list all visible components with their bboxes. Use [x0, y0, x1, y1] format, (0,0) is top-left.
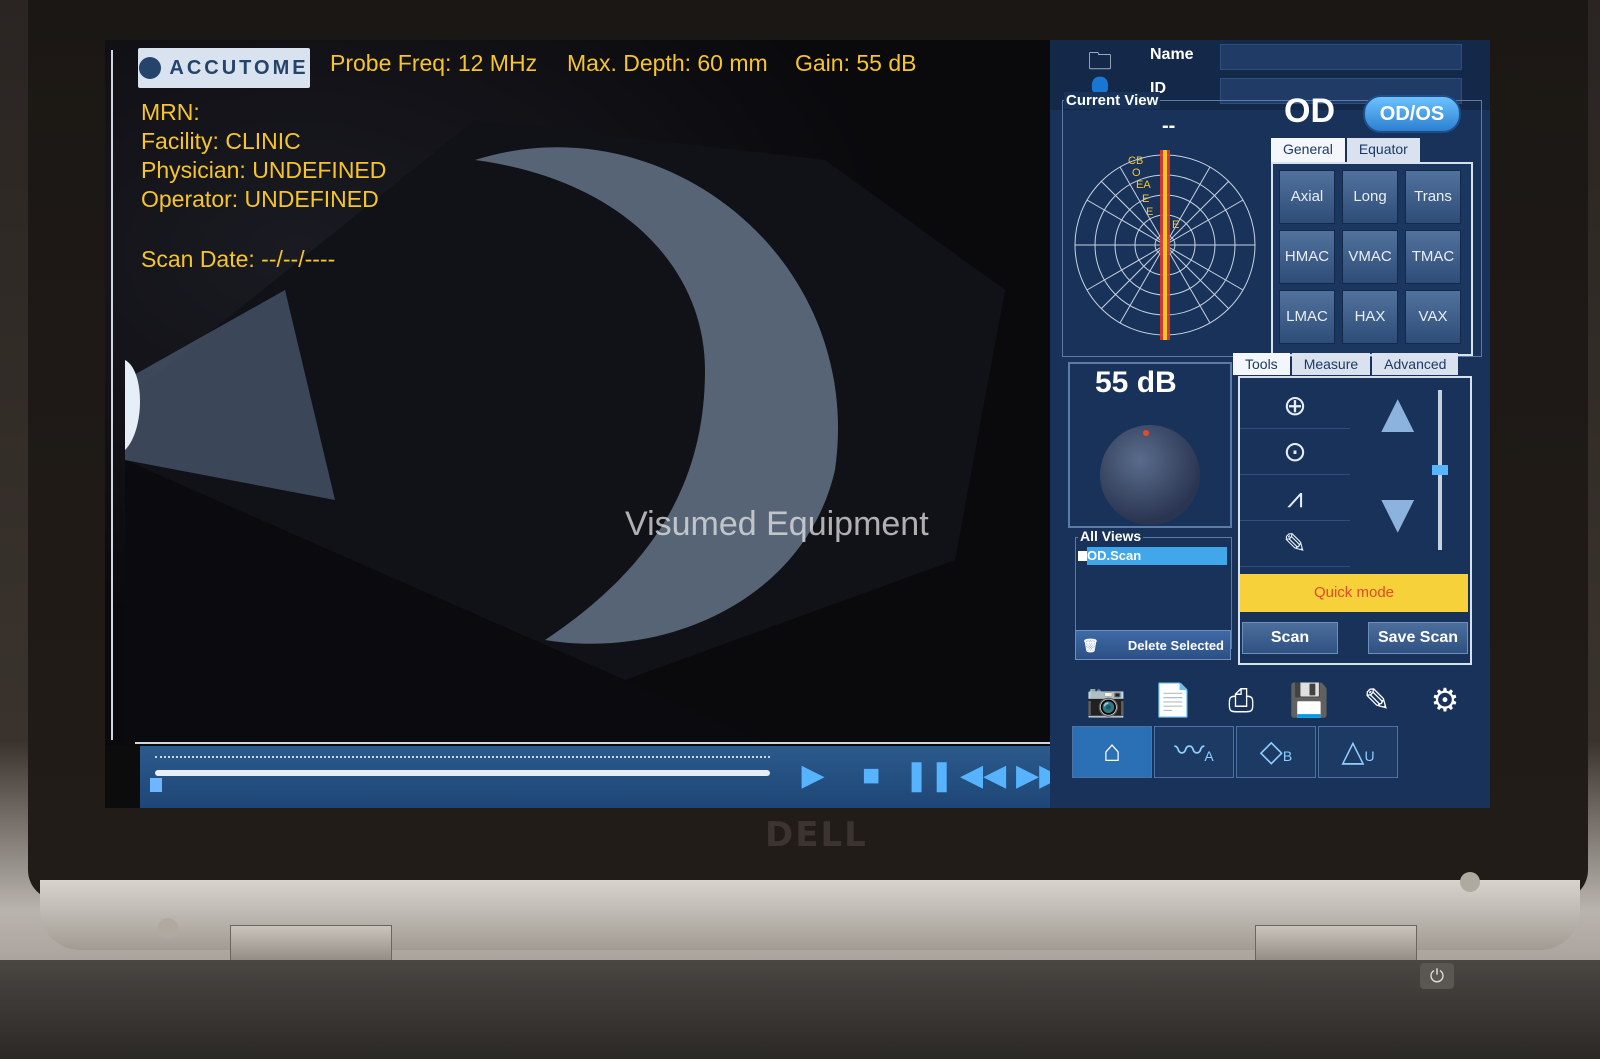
play-icon[interactable]: ▶ — [790, 756, 836, 796]
axial-button[interactable]: Axial — [1279, 170, 1335, 224]
delete-selected-label: Delete Selected — [1127, 638, 1224, 653]
rewind-icon[interactable]: ◀◀ — [960, 756, 1006, 796]
tab-general[interactable]: General — [1271, 138, 1345, 162]
eye-label: OD — [1284, 92, 1335, 130]
all-views-label: All Views — [1078, 528, 1144, 544]
laptop: DELL ⏻ ACCUTOME Probe Freq: 12 MHz Max. … — [0, 0, 1600, 1059]
clock-label-4: E — [1146, 206, 1153, 218]
depth-slider-thumb[interactable] — [1432, 465, 1448, 475]
eraser-icon[interactable]: ✎ — [1240, 522, 1350, 567]
accutome-logo-icon — [139, 57, 162, 79]
a-scan-waveform-icon[interactable]: ⩘ — [1240, 476, 1350, 521]
folder-icon[interactable]: 🗀 — [1080, 44, 1120, 75]
zoom-reset-icon[interactable]: ⊙ — [1240, 430, 1350, 475]
physician: Physician: UNDEFINED — [141, 157, 387, 183]
arrow-up-icon[interactable]: ▲ — [1370, 380, 1425, 445]
trans-button[interactable]: Trans — [1405, 170, 1461, 224]
name-field[interactable] — [1220, 44, 1462, 70]
trash-icon: 🗑 — [1082, 638, 1099, 653]
vmac-button[interactable]: VMAC — [1342, 230, 1398, 284]
stop-icon[interactable]: ■ — [848, 756, 894, 796]
pencil-icon[interactable]: ✎ — [1346, 672, 1408, 728]
gain-readout: Gain: 55 dB — [795, 50, 917, 76]
view-button-grid: Axial Long Trans HMAC VMAC TMAC LMAC HAX… — [1271, 162, 1473, 356]
bezel-screw-right — [1460, 872, 1480, 892]
brand-logo: DELL — [765, 815, 868, 855]
playback-thumb[interactable] — [150, 778, 162, 792]
a-scan-mode-icon[interactable]: 〰A — [1154, 726, 1234, 778]
a-scan-glyph: 〰 — [1174, 735, 1205, 768]
clock-label-0: CB — [1128, 155, 1143, 167]
operator: Operator: UNDEFINED — [141, 186, 379, 212]
camera-icon[interactable]: 📷 — [1075, 672, 1137, 728]
save-icon[interactable]: 💾 — [1278, 672, 1340, 728]
clock-label-5: E — [1172, 219, 1179, 231]
bezel-screw-left — [158, 918, 178, 938]
gain-knob-indicator — [1143, 430, 1149, 436]
hmac-button[interactable]: HMAC — [1279, 230, 1335, 284]
tools-tabs: Tools Measure Advanced — [1233, 353, 1460, 375]
b-scan-badge: B — [1282, 748, 1293, 764]
mrn: MRN: — [141, 99, 200, 125]
fundus-clock-diagram[interactable]: CB O EA E E E — [1068, 140, 1263, 345]
playback-bar: ▶ ■ ❚❚ ◀◀ ▶▶ — [140, 746, 1070, 808]
clock-label-3: E — [1142, 193, 1149, 205]
depth-ruler — [111, 50, 125, 740]
save-scan-button[interactable]: Save Scan — [1368, 622, 1468, 654]
tmac-button[interactable]: TMAC — [1405, 230, 1461, 284]
tab-advanced[interactable]: Advanced — [1372, 353, 1459, 375]
accutome-logo: ACCUTOME — [138, 48, 310, 88]
long-button[interactable]: Long — [1342, 170, 1398, 224]
power-icon[interactable]: ⏻ — [1420, 963, 1454, 989]
view-tabs: General Equator — [1271, 138, 1422, 162]
zoom-in-icon[interactable]: ⊕ — [1240, 384, 1350, 429]
app-screen: ACCUTOME Probe Freq: 12 MHz Max. Depth: … — [105, 40, 1490, 808]
frame-ticks — [155, 756, 770, 764]
gain-value: 55 dB — [1095, 366, 1177, 399]
probe-freq: Probe Freq: 12 MHz — [330, 50, 538, 76]
report-icon[interactable]: 📄 — [1142, 672, 1204, 728]
logo-text: ACCUTOME — [169, 56, 309, 79]
facility: Facility: CLINIC — [141, 128, 301, 154]
tab-equator[interactable]: Equator — [1346, 138, 1420, 162]
list-item[interactable]: OD.Scan — [1087, 547, 1227, 565]
current-view-label: Current View — [1064, 92, 1161, 109]
scan-date: Scan Date: --/--/---- — [141, 246, 336, 272]
ubm-glyph: △ — [1341, 735, 1365, 768]
gear-icon[interactable]: ⚙ — [1414, 672, 1476, 728]
clock-label-1: O — [1132, 167, 1141, 179]
tab-tools[interactable]: Tools — [1233, 353, 1290, 375]
pause-icon[interactable]: ❚❚ — [904, 756, 954, 796]
delete-selected-button[interactable]: 🗑 Delete Selected — [1075, 630, 1231, 660]
hax-button[interactable]: HAX — [1342, 290, 1398, 344]
laptop-base — [0, 960, 1600, 1059]
gain-knob[interactable] — [1100, 425, 1200, 525]
b-scan-glyph: ◇ — [1259, 735, 1283, 768]
max-depth: Max. Depth: 60 mm — [567, 50, 768, 76]
ubm-badge: U — [1364, 748, 1375, 764]
scan-button[interactable]: Scan — [1242, 622, 1338, 654]
printer-icon[interactable]: ⎙ — [1210, 672, 1272, 728]
a-scan-badge: A — [1204, 748, 1214, 764]
watermark: Visumed Equipment — [625, 505, 929, 543]
vax-button[interactable]: VAX — [1405, 290, 1461, 344]
ubm-mode-icon[interactable]: △U — [1318, 726, 1398, 778]
tab-measure[interactable]: Measure — [1291, 353, 1371, 375]
arrow-down-icon[interactable]: ▼ — [1370, 480, 1425, 545]
control-panel: 🗀 Name 👤 ID Current View OD OD/OS -- CB … — [1050, 40, 1490, 808]
clock-label-2: EA — [1136, 179, 1151, 191]
playback-progress[interactable] — [155, 770, 770, 776]
b-scan-mode-icon[interactable]: ◇B — [1236, 726, 1316, 778]
name-label: Name — [1150, 46, 1194, 63]
lmac-button[interactable]: LMAC — [1279, 290, 1335, 344]
quick-mode-button[interactable]: Quick mode — [1240, 574, 1468, 612]
od-os-toggle[interactable]: OD/OS — [1363, 95, 1461, 133]
view-indicator: -- — [1162, 115, 1176, 137]
home-icon[interactable]: ⌂ — [1072, 726, 1152, 778]
lateral-ruler — [135, 730, 1065, 744]
